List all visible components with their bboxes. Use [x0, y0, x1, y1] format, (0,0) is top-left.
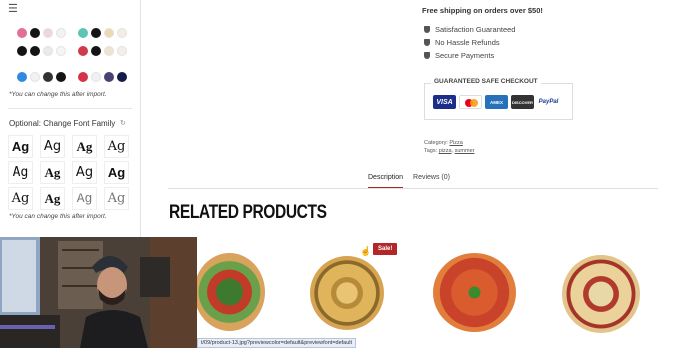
product-image[interactable] — [310, 256, 384, 330]
shield-icon — [424, 52, 430, 59]
feature-label: No Hassle Refunds — [435, 38, 500, 47]
font-option[interactable]: Ag — [8, 161, 33, 184]
color-swatch — [91, 28, 101, 38]
color-swatch — [78, 28, 88, 38]
font-option[interactable]: Ag — [40, 161, 65, 184]
discover-icon: DISCOVER — [511, 95, 534, 109]
color-swatch — [56, 72, 66, 82]
visa-icon: VISA — [433, 95, 456, 109]
related-products-title: RELATED PRODUCTS — [169, 202, 327, 223]
font-option[interactable]: Ag — [8, 187, 33, 210]
shield-icon — [424, 39, 430, 46]
webcam-image — [0, 237, 197, 348]
color-swatch — [104, 46, 114, 56]
tab-description[interactable]: Description — [368, 174, 404, 189]
color-swatch — [30, 46, 40, 56]
tab-reviews[interactable]: Reviews (0) — [413, 174, 450, 189]
product-tags: Tags: pizza, summer — [424, 148, 475, 154]
category-link[interactable]: Pizza — [449, 140, 462, 146]
font-family-heading: Optional: Change Font Family ↻ — [9, 119, 126, 128]
palette-option[interactable] — [17, 28, 66, 38]
font-option[interactable]: Ag — [72, 187, 97, 210]
font-family-heading-label: Optional: Change Font Family — [9, 119, 116, 128]
color-swatch — [104, 28, 114, 38]
palette-option[interactable] — [17, 46, 66, 56]
color-swatch — [56, 46, 66, 56]
color-swatch — [17, 72, 27, 82]
color-swatch — [91, 46, 101, 56]
safe-checkout-box: GUARANTEED SAFE CHECKOUT VISA AMEX DISCO… — [424, 78, 573, 120]
font-note: *You can change this after import. — [9, 213, 107, 220]
color-swatch — [91, 72, 101, 82]
feature-item: No Hassle Refunds — [424, 38, 500, 47]
shipping-notice: Free shipping on orders over $50! — [422, 6, 543, 15]
color-swatch — [17, 28, 27, 38]
mastercard-icon — [459, 95, 482, 109]
color-swatch — [78, 72, 88, 82]
divider — [8, 108, 132, 109]
feature-item: Secure Payments — [424, 51, 494, 60]
tabs-divider — [168, 188, 658, 189]
palette-option[interactable] — [17, 72, 66, 82]
payment-cards: VISA AMEX DISCOVER PayPal — [433, 95, 560, 109]
palette-note: *You can change this after import. — [9, 91, 107, 98]
font-option[interactable]: Ag — [104, 187, 129, 210]
font-option[interactable]: Ag — [72, 135, 97, 158]
status-bar-url: t/09/product-13.jpg?previewcolor=default… — [197, 338, 357, 348]
color-swatch — [43, 28, 53, 38]
feature-label: Secure Payments — [435, 51, 495, 60]
tag-link[interactable]: summer — [455, 148, 475, 154]
color-swatch — [43, 72, 53, 82]
amex-icon: AMEX — [485, 95, 508, 109]
product-category: Category: Pizza — [424, 140, 463, 146]
color-swatch — [30, 72, 40, 82]
paypal-icon: PayPal — [537, 95, 560, 109]
color-swatch — [104, 72, 114, 82]
shield-icon — [424, 26, 430, 33]
font-option[interactable]: Ag — [40, 135, 65, 158]
palette-option[interactable] — [78, 72, 127, 82]
feature-label: Satisfaction Guaranteed — [435, 25, 516, 34]
menu-icon[interactable]: ☰ — [8, 4, 18, 15]
sale-badge: Sale! — [373, 243, 398, 255]
color-swatch — [43, 46, 53, 56]
webcam-overlay — [0, 237, 197, 348]
product-image[interactable] — [433, 253, 516, 332]
palette-option[interactable] — [78, 28, 127, 38]
font-options-grid: Ag Ag Ag Ag Ag Ag Ag Ag Ag Ag Ag Ag — [8, 135, 129, 210]
feature-item: Satisfaction Guaranteed — [424, 25, 515, 34]
color-swatch — [17, 46, 27, 56]
product-image[interactable] — [194, 253, 265, 331]
palette-option[interactable] — [78, 46, 127, 56]
font-option[interactable]: Ag — [40, 187, 65, 210]
product-tabs: Description Reviews (0) — [368, 174, 450, 189]
refresh-icon[interactable]: ↻ — [120, 119, 126, 127]
category-label: Category: — [424, 140, 448, 146]
color-swatch — [30, 28, 40, 38]
font-option[interactable]: Ag — [72, 161, 97, 184]
tags-label: Tags: — [424, 148, 438, 154]
color-swatch — [117, 28, 127, 38]
product-page: Free shipping on orders over $50! Satisf… — [142, 0, 680, 348]
pointer-cursor-icon: ☝ — [360, 246, 372, 256]
tag-link[interactable]: pizza — [439, 148, 452, 154]
safe-checkout-title: GUARANTEED SAFE CHECKOUT — [431, 78, 541, 85]
color-swatch — [117, 46, 127, 56]
font-option[interactable]: Ag — [104, 135, 129, 158]
color-swatch — [78, 46, 88, 56]
font-option[interactable]: Ag — [104, 161, 129, 184]
color-swatch — [117, 72, 127, 82]
color-swatch — [56, 28, 66, 38]
product-image[interactable] — [562, 255, 640, 333]
font-option[interactable]: Ag — [8, 135, 33, 158]
